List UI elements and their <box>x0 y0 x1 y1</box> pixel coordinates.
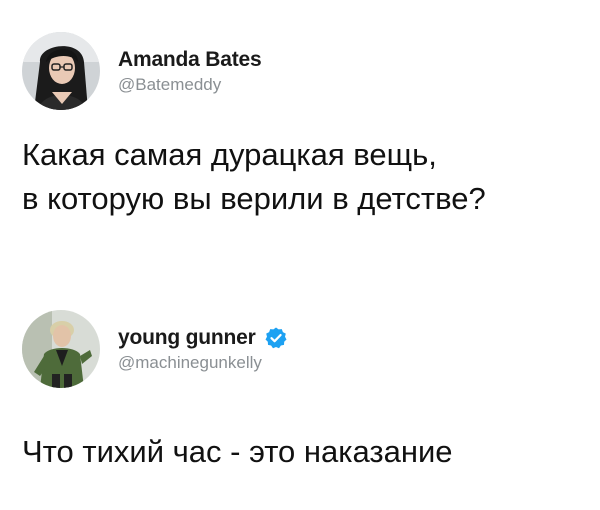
handle[interactable]: @machinegunkelly <box>118 353 288 373</box>
tweet-author[interactable]: young gunner @machinegunkelly <box>22 310 288 388</box>
tweet-author[interactable]: Amanda Bates @Batemeddy <box>22 32 262 110</box>
tweet-text: Что тихий час - это наказание <box>22 434 453 469</box>
handle[interactable]: @Batemeddy <box>118 75 261 95</box>
display-name[interactable]: Amanda Bates <box>118 48 262 72</box>
verified-badge-icon <box>264 326 288 350</box>
tweet: Amanda Bates @Batemeddy Какая самая дура… <box>0 0 600 270</box>
tweet: young gunner @machinegunkelly Что тихий … <box>0 290 600 510</box>
tweet-text: Какая самая дурацкая вещь, в которую вы … <box>22 137 486 216</box>
avatar-dark-hair-woman-icon <box>22 32 100 110</box>
avatar[interactable] <box>22 310 100 388</box>
avatar-man-green-jacket-icon <box>22 310 100 388</box>
avatar[interactable] <box>22 32 100 110</box>
display-name[interactable]: young gunner <box>118 326 256 350</box>
